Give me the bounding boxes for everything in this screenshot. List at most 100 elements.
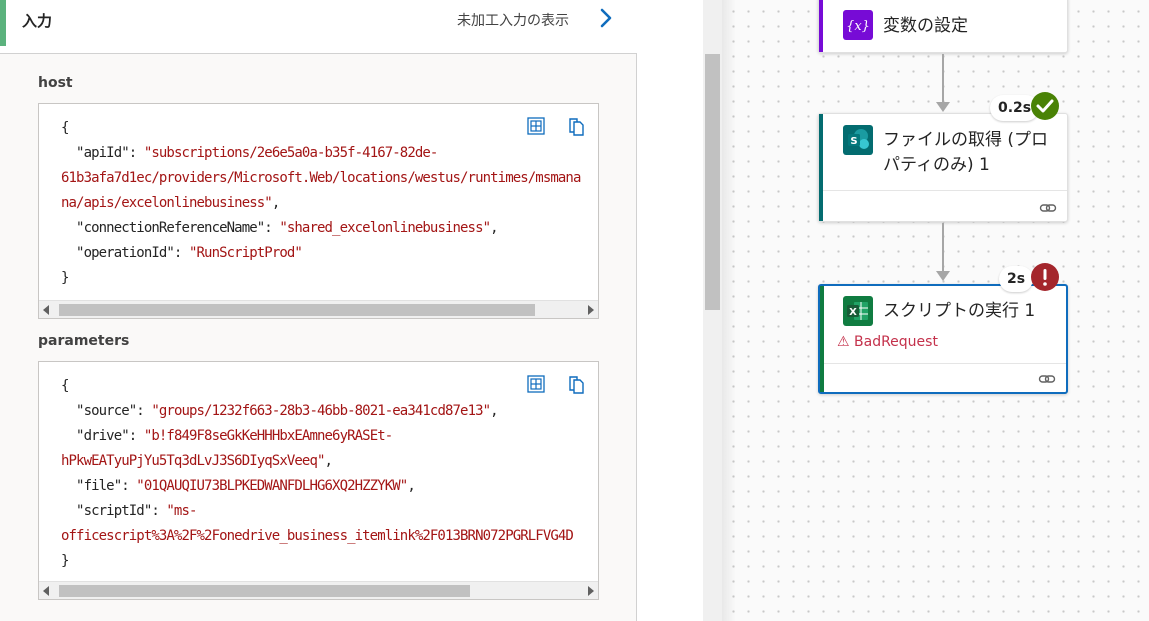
json-string: "shared_excelonlinebusiness" (279, 220, 491, 236)
code-line: officescript%3A%2F%2Fonedrive_business_i… (61, 524, 598, 549)
json-key: "source": (61, 403, 152, 419)
action-title: 変数の設定 (883, 16, 968, 36)
action-title: スクリプトの実行 1 (883, 301, 1036, 321)
card-accent (819, 114, 823, 221)
scroll-right-icon[interactable] (588, 305, 594, 315)
code-line: na/apis/excelonlinebusiness", (61, 191, 598, 216)
svg-text:S: S (850, 136, 857, 147)
action-card-run-script[interactable]: X スクリプトの実行 1 ⚠ BadRequest (818, 284, 1068, 394)
json-string: na/apis/excelonlinebusiness" (61, 195, 273, 211)
scroll-thumb[interactable] (59, 585, 470, 597)
json-string: "01QAUQIU73BLPKEDWANFDLHG6XQ2HZZYKW" (136, 478, 408, 494)
flow-canvas[interactable]: {x} 変数の設定 S ファイルの取得 (プロ パティのみ) 1 0.2s X … (722, 0, 1149, 621)
host-code: { "apiId": "subscriptions/2e6e5a0a-b35f-… (61, 116, 598, 291)
scroll-right-icon[interactable] (588, 586, 594, 596)
expand-icon[interactable] (525, 115, 547, 137)
card-accent (820, 286, 824, 392)
svg-text:{x}: {x} (846, 19, 870, 34)
code-line: { (61, 116, 598, 141)
card-divider (823, 190, 1067, 191)
json-key: "connectionReferenceName": (61, 220, 280, 236)
json-string: officescript%3A%2F%2Fonedrive_business_i… (61, 528, 574, 544)
arrow-down-icon (936, 102, 950, 112)
card-accent (819, 0, 823, 52)
connector-line (942, 223, 944, 271)
success-check-icon (1031, 92, 1059, 120)
host-label: host (38, 75, 73, 91)
json-key: , (490, 220, 498, 236)
parameters-code: { "source": "groups/1232f663-28b3-46bb-8… (61, 374, 598, 574)
json-string: "groups/1232f663-28b3-46bb-8021-ea341cd8… (151, 403, 491, 419)
code-line: "operationId": "RunScriptProd" (61, 241, 598, 266)
expand-icon[interactable] (525, 373, 547, 395)
card-divider (824, 363, 1066, 364)
json-key: "drive": (61, 428, 144, 444)
code-line: "connectionReferenceName": "shared_excel… (61, 216, 598, 241)
action-card-get-file-properties[interactable]: S ファイルの取得 (プロ パティのみ) 1 (818, 113, 1068, 222)
duration-badge: 2s (999, 266, 1034, 292)
code-line: 61b3afa7d1ec/providers/Microsoft.Web/loc… (61, 166, 598, 191)
code-line: { (61, 374, 598, 399)
header-accent (0, 0, 6, 46)
json-key: , (490, 403, 498, 419)
json-key: "file": (61, 478, 137, 494)
panel-shadow (722, 0, 736, 621)
connector-line (942, 54, 944, 102)
code-line: } (61, 266, 598, 291)
code-line: hPkwEATyuPjYu5Tq3dLvJ3S6DIyqSxVeeq", (61, 449, 598, 474)
scroll-thumb[interactable] (705, 54, 720, 310)
json-string: "subscriptions/2e6e5a0a-b35f-4167-82de- (143, 145, 439, 161)
code-line: "apiId": "subscriptions/2e6e5a0a-b35f-41… (61, 141, 598, 166)
json-key: { (61, 120, 69, 136)
parameters-horizontal-scrollbar[interactable] (39, 581, 598, 599)
code-line: "drive": "b!f849F8seGkKeHHHbxEAmne6yRASE… (61, 424, 598, 449)
panel-vertical-scrollbar[interactable] (703, 0, 722, 621)
json-key: , (324, 453, 333, 469)
error-text: BadRequest (854, 334, 938, 350)
parameters-code-box[interactable]: { "source": "groups/1232f663-28b3-46bb-8… (38, 361, 599, 600)
json-string: 61b3afa7d1ec/providers/Microsoft.Web/loc… (61, 170, 581, 186)
inputs-header: 入力 未加工入力の表示 (0, 0, 637, 54)
host-code-box[interactable]: { "apiId": "subscriptions/2e6e5a0a-b35f-… (38, 103, 599, 319)
scroll-thumb[interactable] (59, 304, 535, 316)
action-title: ファイルの取得 (プロ パティのみ) 1 (883, 128, 1048, 178)
chevron-right-icon[interactable] (596, 7, 616, 29)
code-line: } (61, 549, 598, 574)
link-icon[interactable] (1038, 372, 1056, 386)
json-key: } (61, 270, 69, 286)
copy-icon[interactable] (565, 373, 587, 395)
link-icon[interactable] (1039, 201, 1057, 215)
error-exclamation-icon (1031, 263, 1059, 291)
scroll-left-icon[interactable] (43, 305, 49, 315)
json-key: "operationId": (61, 245, 189, 261)
json-key: "apiId": (61, 145, 144, 161)
scroll-left-icon[interactable] (43, 586, 49, 596)
svg-text:X: X (849, 307, 857, 318)
json-string: "RunScriptProd" (189, 245, 303, 261)
code-line: "file": "01QAUQIU73BLPKEDWANFDLHG6XQ2HZZ… (61, 474, 598, 499)
inputs-title: 入力 (22, 12, 53, 30)
json-key: "scriptId": (61, 503, 167, 519)
error-message: ⚠ BadRequest (837, 334, 938, 350)
action-card-set-variable[interactable]: {x} 変数の設定 (818, 0, 1068, 53)
code-line: "source": "groups/1232f663-28b3-46bb-802… (61, 399, 598, 424)
arrow-down-icon (936, 271, 950, 281)
json-string: hPkwEATyuPjYu5Tq3dLvJ3S6DIyqSxVeeq" (61, 453, 325, 469)
json-key: , (407, 478, 415, 494)
show-raw-inputs-link[interactable]: 未加工入力の表示 (457, 10, 569, 30)
code-line: "scriptId": "ms- (61, 499, 598, 524)
copy-icon[interactable] (565, 115, 587, 137)
parameters-label: parameters (38, 333, 130, 349)
json-key: , (271, 195, 280, 211)
json-string: "ms- (166, 503, 197, 519)
warning-icon: ⚠ (837, 334, 850, 350)
json-string: "b!f849F8seGkKeHHHbxEAmne6yRASEt- (143, 428, 393, 444)
excel-icon: X (843, 296, 873, 326)
sharepoint-icon: S (843, 125, 873, 155)
action-title-line-2: パティのみ) 1 (883, 155, 990, 175)
host-horizontal-scrollbar[interactable] (39, 300, 598, 318)
action-title-line-1: ファイルの取得 (プロ (883, 130, 1049, 150)
json-key: } (61, 553, 69, 569)
json-key: { (61, 378, 69, 394)
variable-icon: {x} (843, 10, 873, 40)
